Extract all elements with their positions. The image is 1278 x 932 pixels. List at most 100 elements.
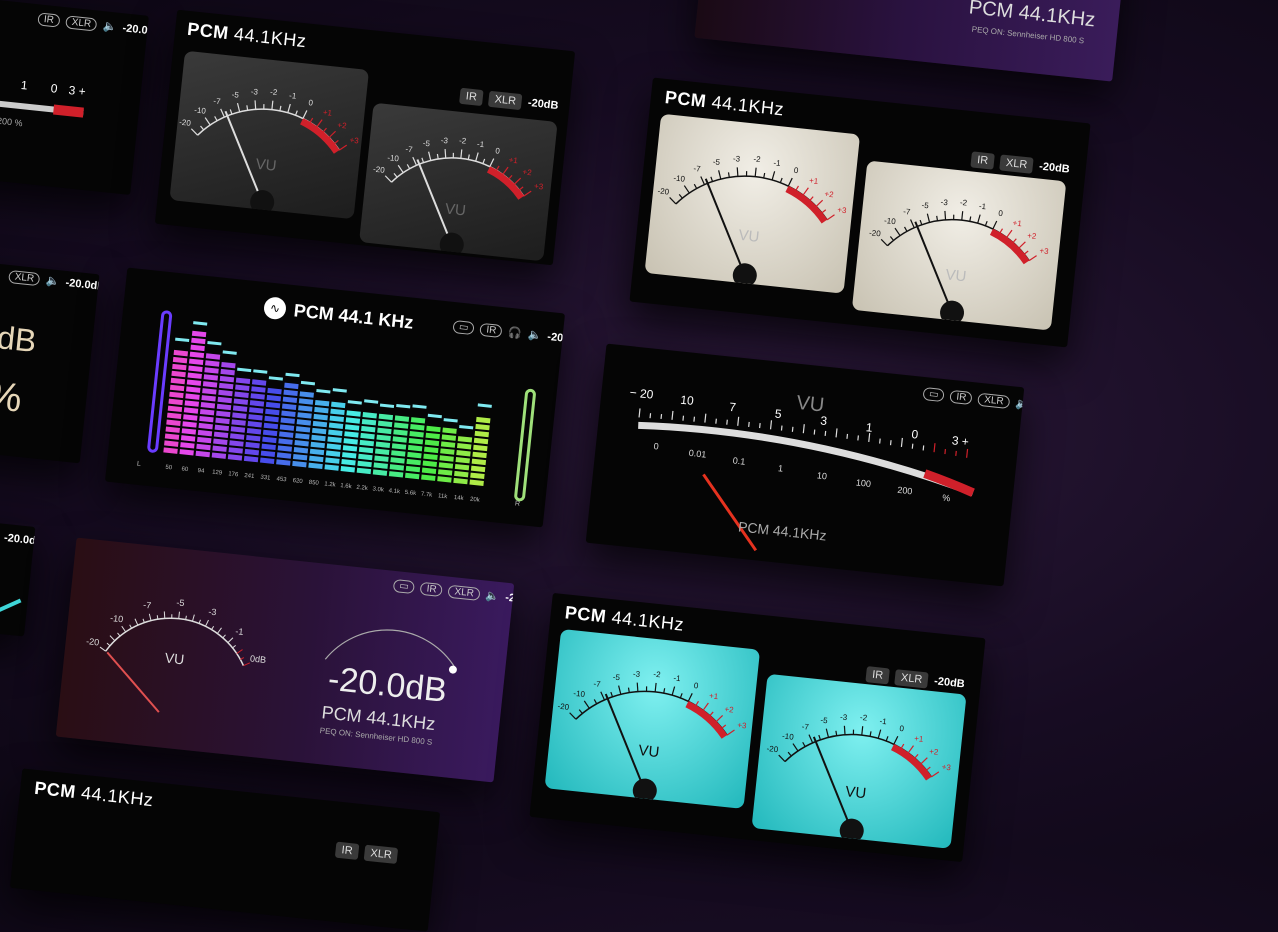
vu-tick [338,144,348,151]
big-vu-tick [933,443,936,453]
vu-scale-label: -3 [440,136,449,146]
vu-tick [271,100,274,110]
big-vu-tick [900,437,903,447]
level-tick [216,627,222,634]
spectrum-segment [262,429,278,437]
volume-knob [448,665,457,674]
spectrum-band-label: 176 [228,471,239,478]
spectrum-segment [163,447,178,454]
spectrum-segment [299,391,314,398]
spectrum-segment [374,455,389,462]
vu-scale-label: +1 [1012,218,1023,228]
spectrum-segment [169,391,184,399]
spectrum-segment [188,365,203,372]
level-tick [227,637,234,644]
spectrum-segment [421,474,436,481]
spectrum-segment [185,393,200,400]
left-edge-red-bar [53,104,84,118]
vu-tick [679,693,683,699]
status-badges: IR XLR -20dB [459,87,559,114]
vu-red-zone [890,743,932,781]
vu-tick [709,711,714,717]
spectrum-segment [408,437,424,445]
vu-scale-label: +1 [508,155,519,165]
big-vu-tick [944,449,947,455]
vu-tick [953,214,955,220]
spectrum-segment [217,396,232,404]
spectrum-band-label: 5.6k [404,490,417,497]
vu-tick [475,152,479,162]
vu-tick [926,766,931,771]
big-vu-tick [780,425,783,431]
big-vu-tick [769,420,773,430]
spectrum-segment [470,472,485,480]
panel-left-edge-3: -20.0dB [0,513,36,637]
spectrum-segment [293,447,309,454]
big-vu-tick [966,448,969,458]
spectrum-band-label: 1.6k [340,483,353,490]
level-tick [236,649,243,654]
spectrum-segment [324,464,339,471]
spectrum-segment [249,407,264,414]
spectrum-segment [251,386,266,393]
spectrum-segment [456,450,471,457]
vu-tick [852,729,855,735]
vu-tick [428,151,432,161]
status-badges: IR XLR [334,841,399,865]
big-vu-bottom-label: 0.1 [732,455,745,466]
vu-label: VU [255,156,278,175]
spectrum-segment [343,438,358,445]
vu-scale-label: -7 [903,207,912,217]
xlr-badge: XLR [8,269,41,287]
spectrum-peak [396,403,411,409]
vu-scale-label: +1 [322,108,333,118]
spectrum-segment [470,465,486,473]
big-vu-tick [889,440,892,446]
vu-scale-label: +3 [349,136,360,146]
left-edge-db: dB [0,319,39,360]
vu-scale-label: +2 [929,747,940,757]
ir-badge: IR [459,87,484,107]
spectrum-segment [264,415,279,423]
spectrum-peak [412,404,427,409]
level-tick [99,646,106,652]
spectrum-segment [191,330,207,338]
showcase-scene: PCM 44.1KHz PEQ ON: Sennheiser HD 800 S … [0,0,1278,932]
spectrum-segment [197,436,212,444]
spectrum-segment [359,439,375,447]
big-vu-bottom-label: 0.01 [688,448,706,460]
level-scale-label: -1 [235,626,244,637]
big-vu-tick [748,421,750,427]
level-tick [134,618,139,626]
spectrum-peak [443,418,458,423]
spectrum-segment [407,451,422,459]
vu-tick [190,128,199,136]
level-tick [121,625,127,633]
vu-tick [627,687,630,693]
panel-dark-vu: PCM 44.1KHz IR XLR -20dB -20 -10 -7 -5 -3 -2-… [154,9,576,266]
vu-scale-label: -3 [840,712,849,722]
spectrum-band-label: 241 [244,473,255,480]
spectrum-segment [474,430,490,438]
vu-tick [718,170,722,180]
spectrum-segment [283,389,298,397]
spectrum-segment [265,408,280,416]
vu-tick [421,157,425,163]
spectrum-segment [426,425,441,433]
spectrum-segment [456,443,472,450]
spectrum-segment [410,417,426,424]
spectrum-segment [214,424,230,432]
level-tick [240,657,245,660]
vu-dial: -20-10-7-5 -3 -2 -10+1+2+3VU [657,154,847,288]
vu-scale-label: -10 [782,731,795,741]
level-tick [117,632,121,637]
vu-tick [316,119,323,128]
spectrum-segment [266,394,282,402]
big-vu-needle [702,473,758,552]
vu-red-zone [785,185,828,224]
vu-tick [792,743,799,752]
big-vu-tick [737,416,740,426]
vu-tick [654,682,657,692]
big-vu-bottom-label: 100 [855,477,871,489]
left-edge-scale-0: 0 [50,81,59,96]
